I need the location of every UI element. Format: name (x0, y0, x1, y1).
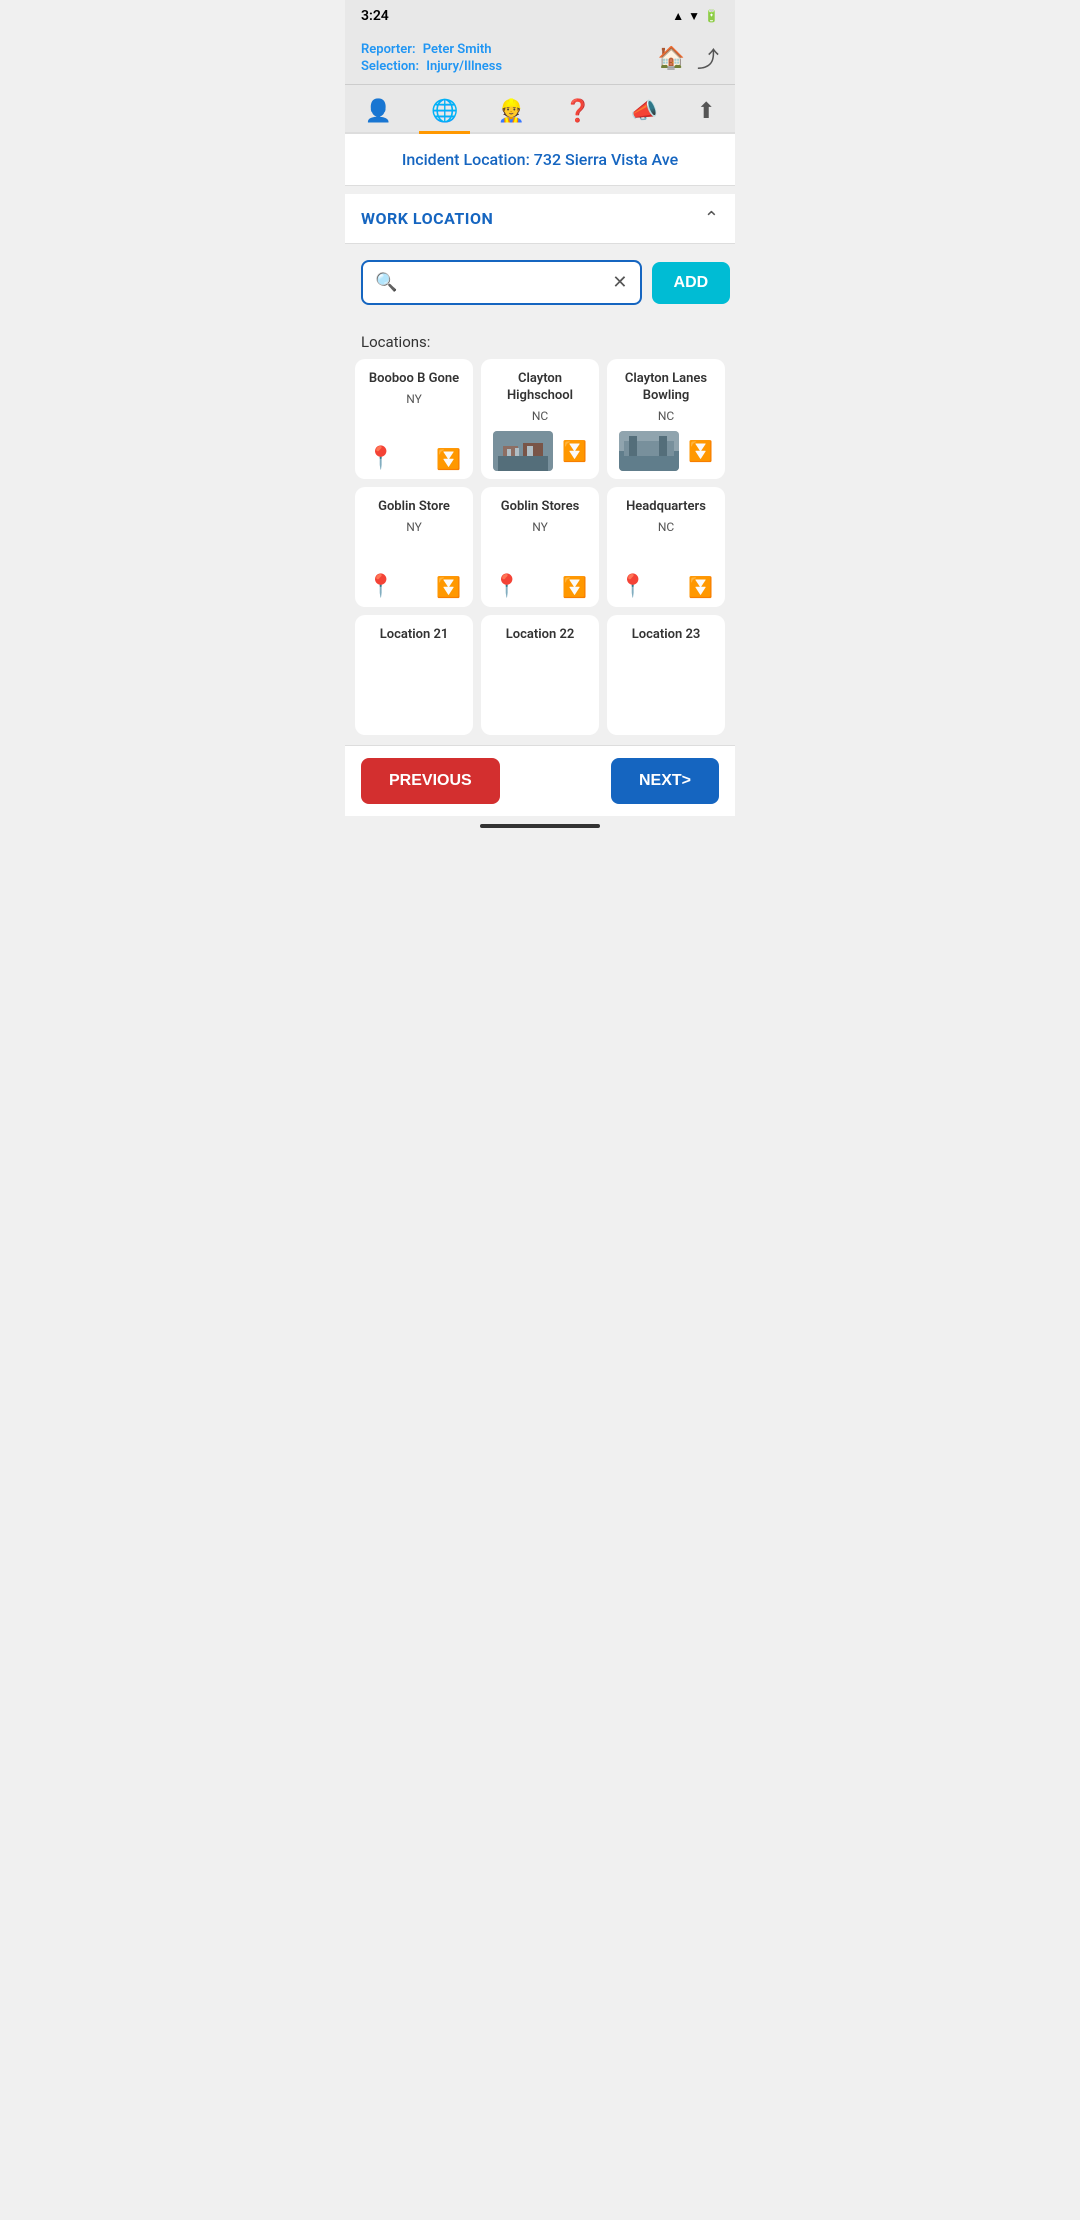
location-name: Booboo B Gone (369, 371, 459, 388)
pin-icon: 📍 (493, 574, 520, 599)
upload-icon: ⬆ (697, 99, 715, 124)
location-name: Location 23 (632, 627, 701, 644)
location-card-goblin-stores[interactable]: Goblin Stores NY 📍 ⏬ (481, 487, 599, 607)
home-bar (480, 824, 600, 828)
home-icon[interactable]: 🏠 (658, 46, 685, 71)
search-icon: 🔍 (375, 272, 397, 293)
expand-icon[interactable]: ⏬ (688, 439, 713, 463)
clear-icon[interactable]: ✕ (612, 272, 627, 293)
location-card-booboo-b-gone[interactable]: Booboo B Gone NY 📍 ⏬ (355, 359, 473, 479)
globe-icon: 🌐 (431, 99, 458, 124)
location-card-location-22[interactable]: Location 22 (481, 615, 599, 735)
person-icon: 👤 (365, 99, 392, 124)
signal-icon: ▲ (672, 9, 684, 23)
expand-icon[interactable]: ⏬ (436, 447, 461, 471)
expand-icon[interactable]: ⏬ (436, 575, 461, 599)
locations-label: Locations: (345, 321, 735, 359)
reporter-row: Reporter: Peter Smith (361, 42, 502, 57)
question-icon: ❓ (564, 99, 591, 124)
search-area: 🔍 ✕ ADD (345, 244, 735, 321)
tab-upload[interactable]: ⬆ (685, 93, 727, 132)
tab-megaphone[interactable]: 📣 (618, 93, 669, 132)
pin-icon: 📍 (619, 574, 646, 599)
location-name: Location 22 (506, 627, 575, 644)
location-actions: ⏬ (615, 431, 717, 471)
location-card-goblin-store[interactable]: Goblin Store NY 📍 ⏬ (355, 487, 473, 607)
location-name: Goblin Stores (501, 499, 580, 516)
status-icons: ▲ ▼ 🔋 (672, 9, 719, 23)
chevron-up-icon: ⌃ (704, 208, 719, 229)
incident-banner: Incident Location: 732 Sierra Vista Ave (345, 134, 735, 186)
selection-value: Injury/Illness (426, 59, 502, 74)
add-button[interactable]: ADD (652, 262, 731, 304)
pin-icon: 📍 (367, 574, 394, 599)
expand-icon[interactable]: ⏬ (562, 575, 587, 599)
home-indicator (345, 816, 735, 836)
location-name: Clayton Lanes Bowling (615, 371, 717, 405)
header: Reporter: Peter Smith Selection: Injury/… (345, 32, 735, 85)
location-state: NC (658, 520, 674, 534)
work-location-section[interactable]: WORK LOCATION ⌃ (345, 194, 735, 244)
location-state: NC (658, 409, 674, 423)
location-name: Goblin Store (378, 499, 450, 516)
location-card-headquarters[interactable]: Headquarters NC 📍 ⏬ (607, 487, 725, 607)
expand-icon[interactable]: ⏬ (688, 575, 713, 599)
expand-icon[interactable]: ⏬ (562, 439, 587, 463)
search-input[interactable] (405, 274, 604, 291)
status-bar: 3:24 ▲ ▼ 🔋 (345, 0, 735, 32)
next-button[interactable]: NEXT> (611, 758, 719, 804)
location-name: Location 21 (380, 627, 449, 644)
location-state: NC (532, 409, 548, 423)
pin-icon: 📍 (367, 446, 394, 471)
selection-row: Selection: Injury/Illness (361, 59, 502, 74)
location-thumbnail (493, 431, 553, 471)
header-icons: 🏠 ⤴ (658, 42, 719, 74)
reporter-name: Peter Smith (423, 42, 492, 57)
selection-label: Selection: (361, 59, 419, 74)
bottom-nav: PREVIOUS NEXT> (345, 745, 735, 816)
incident-location-text: Incident Location: 732 Sierra Vista Ave (402, 150, 678, 169)
exit-icon[interactable]: ⤴ (697, 42, 719, 74)
location-card-clayton-highschool[interactable]: Clayton Highschool NC ⏬ (481, 359, 599, 479)
previous-button[interactable]: PREVIOUS (361, 758, 500, 804)
reporter-label: Reporter: (361, 42, 416, 57)
wifi-icon: ▼ (688, 9, 700, 23)
nav-tabs: 👤 🌐 👷 ❓ 📣 ⬆ (345, 85, 735, 134)
tab-person[interactable]: 👤 (353, 93, 404, 132)
location-grid: Booboo B Gone NY 📍 ⏬ Clayton Highschool … (345, 359, 735, 745)
section-title: WORK LOCATION (361, 209, 493, 228)
location-name: Headquarters (626, 499, 706, 516)
location-actions: 📍 ⏬ (615, 574, 717, 599)
status-time: 3:24 (361, 8, 389, 24)
location-card-clayton-lanes-bowling[interactable]: Clayton Lanes Bowling NC ⏬ (607, 359, 725, 479)
location-actions: 📍 ⏬ (363, 446, 465, 471)
location-card-location-23[interactable]: Location 23 (607, 615, 725, 735)
location-card-location-21[interactable]: Location 21 (355, 615, 473, 735)
location-state: NY (532, 520, 548, 534)
location-thumbnail (619, 431, 679, 471)
location-state: NY (406, 520, 422, 534)
tab-question[interactable]: ❓ (552, 93, 603, 132)
header-info: Reporter: Peter Smith Selection: Injury/… (361, 42, 502, 74)
location-actions: 📍 ⏬ (363, 574, 465, 599)
worker-icon: 👷 (498, 99, 525, 124)
tab-worker[interactable]: 👷 (486, 93, 537, 132)
megaphone-icon: 📣 (630, 99, 657, 124)
location-actions: 📍 ⏬ (489, 574, 591, 599)
location-actions: ⏬ (489, 431, 591, 471)
location-name: Clayton Highschool (489, 371, 591, 405)
location-state: NY (406, 392, 422, 406)
battery-icon: 🔋 (704, 9, 719, 23)
tab-globe[interactable]: 🌐 (419, 93, 470, 132)
search-input-wrapper: 🔍 ✕ (361, 260, 642, 305)
